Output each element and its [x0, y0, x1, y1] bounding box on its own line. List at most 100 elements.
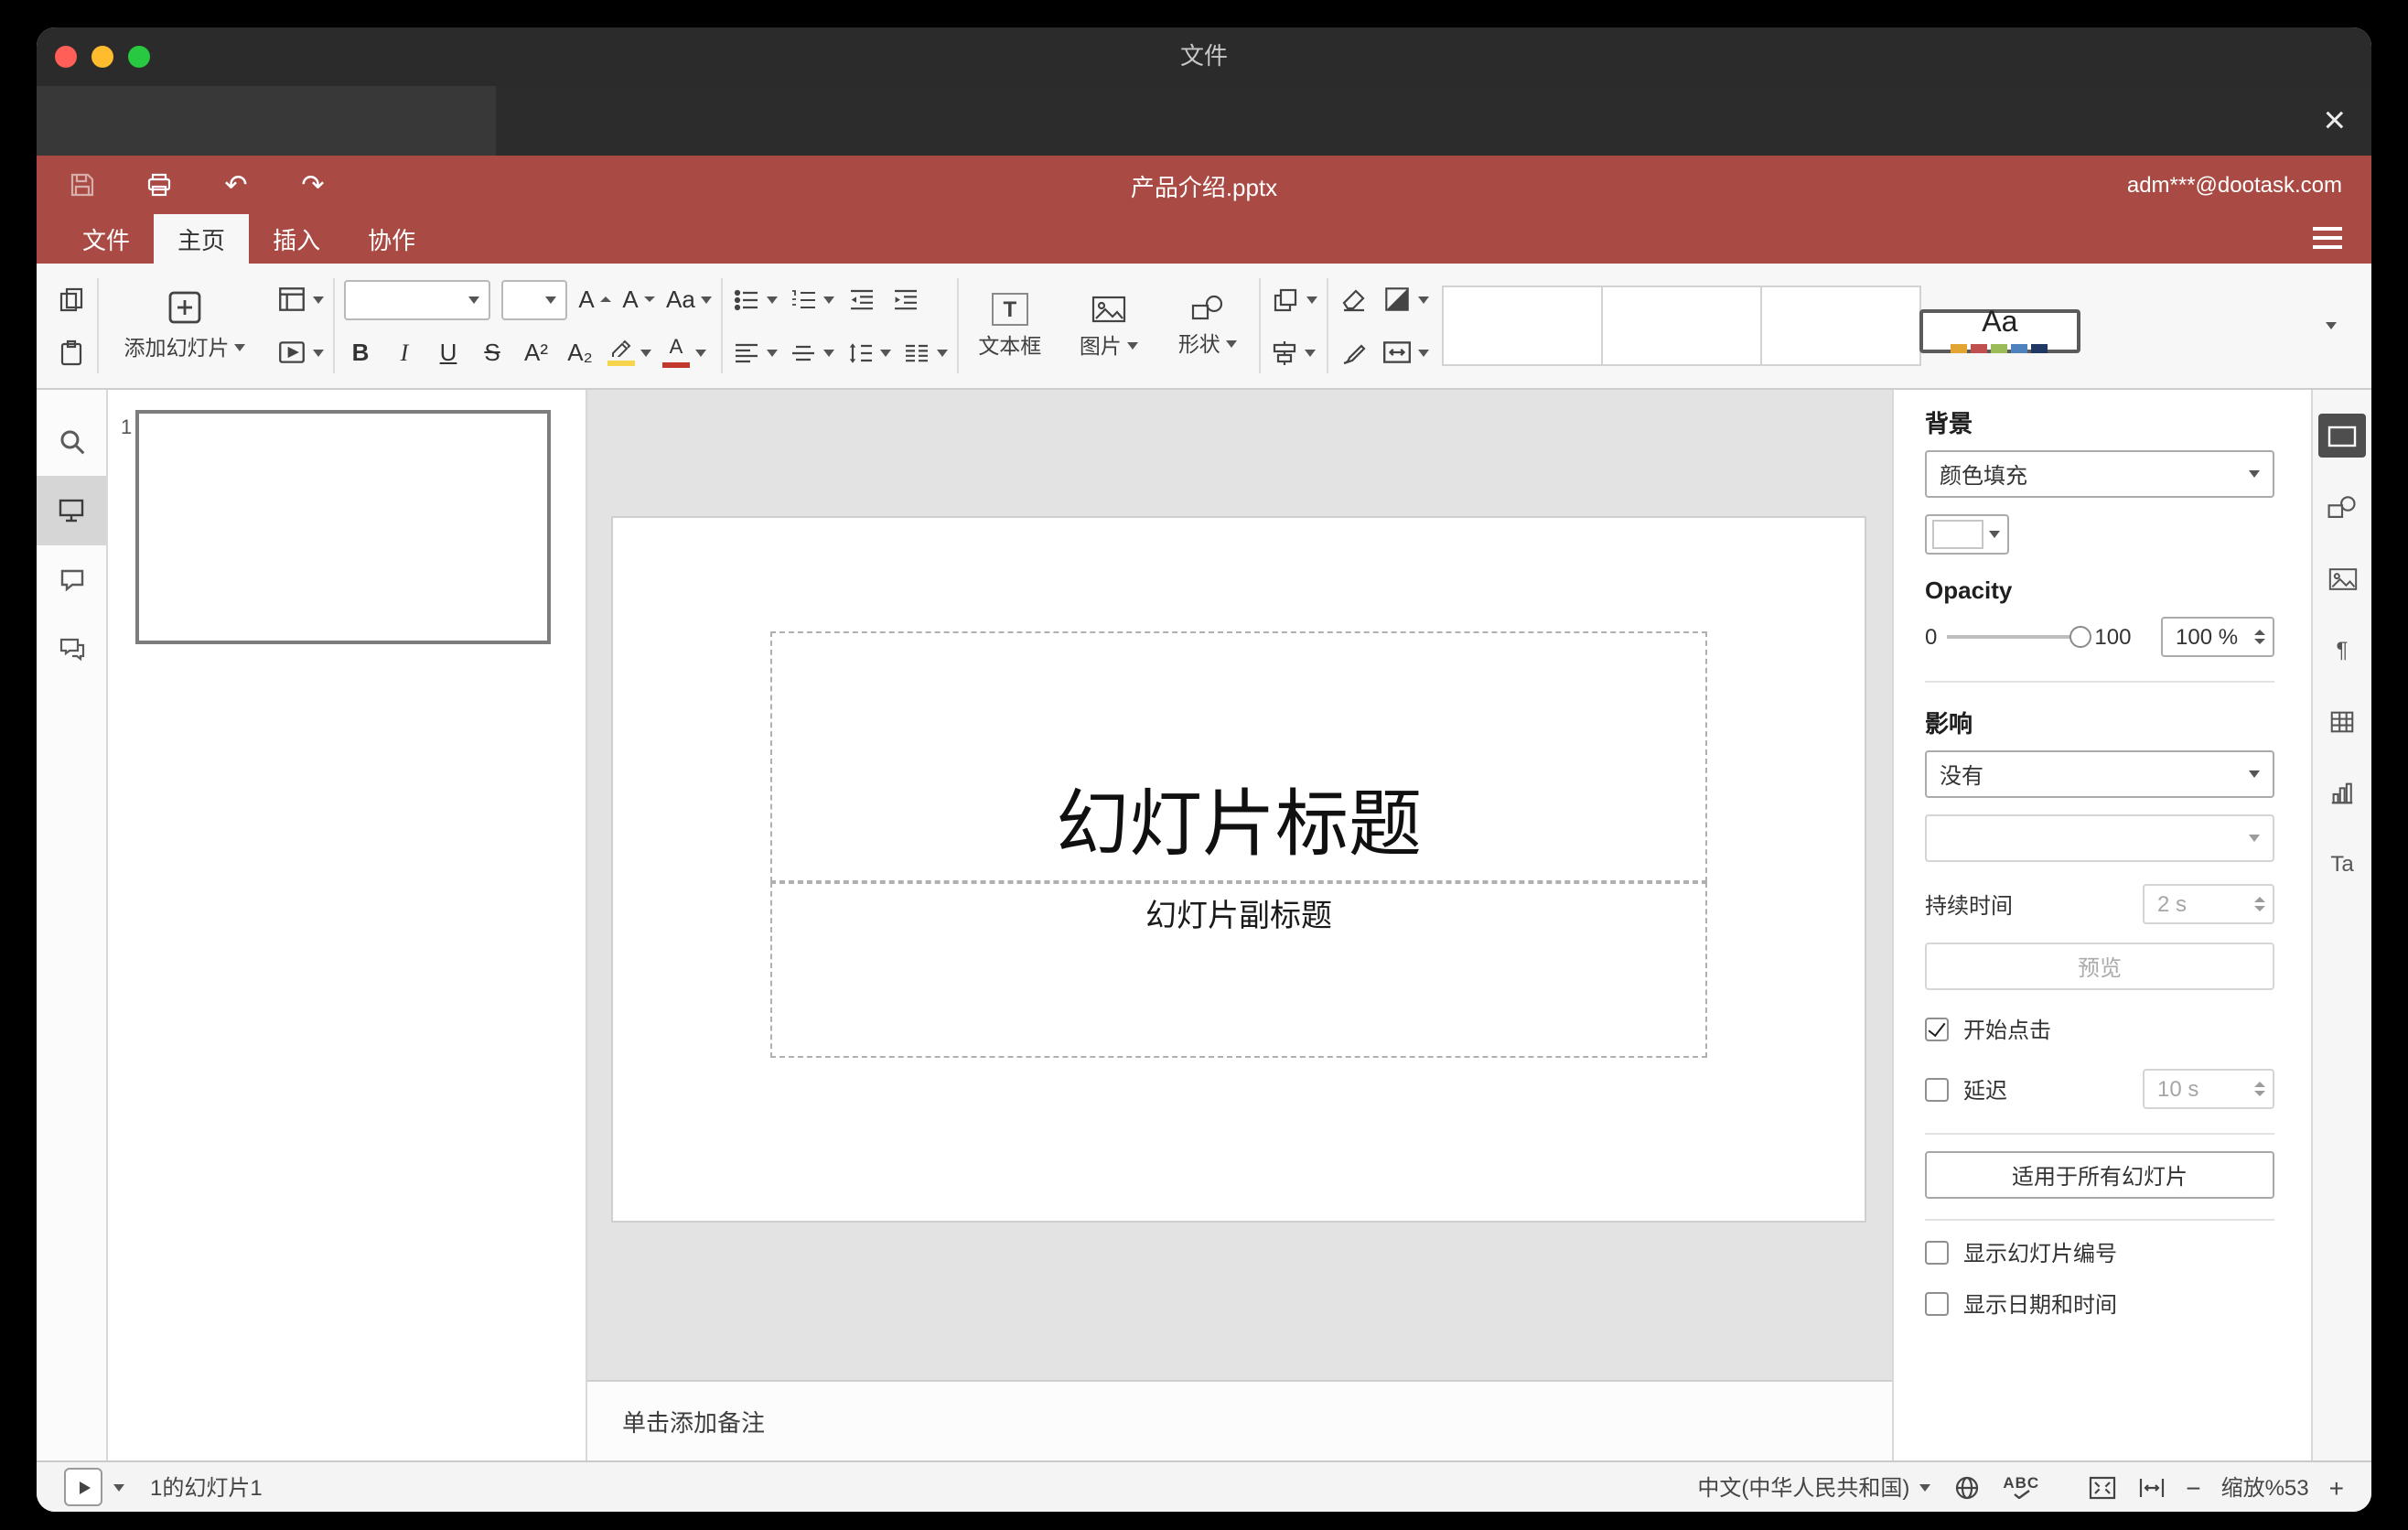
- paste-button[interactable]: [55, 330, 88, 374]
- bullets-button[interactable]: [732, 277, 778, 321]
- increase-font-button[interactable]: A: [578, 277, 611, 321]
- align-left-icon: [735, 342, 758, 362]
- fill-type-select[interactable]: 颜色填充: [1925, 450, 2274, 498]
- effect-type-select[interactable]: [1925, 814, 2274, 862]
- document-language-button[interactable]: [1951, 1472, 1981, 1502]
- columns-button[interactable]: [902, 330, 948, 374]
- font-name-combo[interactable]: [344, 279, 490, 319]
- section-divider: [1925, 1219, 2274, 1221]
- vertical-align-button[interactable]: [789, 330, 834, 374]
- start-on-click-checkbox[interactable]: [1925, 1018, 1949, 1041]
- italic-button[interactable]: I: [388, 330, 421, 374]
- line-spacing-button[interactable]: [845, 330, 891, 374]
- layout-icon: [279, 287, 305, 311]
- add-slide-button[interactable]: 添加幻灯片: [108, 289, 262, 362]
- slide-settings-tab[interactable]: [2318, 414, 2366, 458]
- comments-button[interactable]: [37, 545, 106, 615]
- theme-gallery-expand-button[interactable]: [2309, 286, 2353, 366]
- notes-area[interactable]: 单击添加备注: [587, 1380, 1892, 1460]
- duration-spinner[interactable]: 2 s: [2143, 884, 2274, 924]
- print-button[interactable]: [143, 168, 176, 201]
- menu-button[interactable]: [2313, 227, 2342, 249]
- insert-shape-button[interactable]: 形状: [1166, 293, 1250, 359]
- opacity-slider[interactable]: [1946, 624, 2091, 650]
- decrease-indent-button[interactable]: [845, 277, 878, 321]
- start-slideshow-button[interactable]: [276, 330, 324, 374]
- close-traffic-button[interactable]: [55, 46, 77, 68]
- title-placeholder[interactable]: 幻灯片标题: [770, 631, 1707, 882]
- close-icon[interactable]: ×: [2323, 102, 2346, 140]
- theme-cell-selected[interactable]: Aa: [1919, 308, 2080, 353]
- zoom-traffic-button[interactable]: [128, 46, 150, 68]
- highlight-color-button[interactable]: [607, 330, 651, 374]
- subscript-button[interactable]: A₂: [564, 330, 597, 374]
- zoom-out-button[interactable]: −: [2186, 1474, 2200, 1500]
- show-date-checkbox[interactable]: [1925, 1292, 1949, 1316]
- copy-style-button[interactable]: [1338, 330, 1371, 374]
- insert-image-button[interactable]: 图片: [1067, 292, 1151, 360]
- opacity-spinner[interactable]: 100 %: [2161, 617, 2274, 657]
- spellcheck-button[interactable]: ABC: [2003, 1474, 2039, 1500]
- chat-button[interactable]: [37, 615, 106, 684]
- paragraph-settings-tab[interactable]: ¶: [2318, 628, 2366, 672]
- effect-select[interactable]: 没有: [1925, 750, 2274, 798]
- align-shapes-button[interactable]: [1270, 330, 1316, 374]
- slides-panel-button[interactable]: [37, 476, 106, 545]
- table-settings-tab[interactable]: [2318, 699, 2366, 743]
- delay-spinner[interactable]: 10 s: [2143, 1069, 2274, 1109]
- chart-settings-tab[interactable]: [2318, 770, 2366, 814]
- tab-home[interactable]: 主页: [154, 214, 250, 264]
- start-preview-button[interactable]: [64, 1468, 102, 1506]
- zoom-controls: − 缩放%53 +: [2087, 1471, 2344, 1503]
- spinner-up-icon[interactable]: [2254, 629, 2265, 635]
- tab-file[interactable]: 文件: [59, 214, 154, 264]
- increase-indent-button[interactable]: [889, 277, 922, 321]
- underline-button[interactable]: U: [432, 330, 465, 374]
- insert-textbox-button[interactable]: T 文本框: [968, 292, 1052, 360]
- image-settings-tab[interactable]: [2318, 556, 2366, 600]
- theme-cell[interactable]: [1441, 286, 1603, 366]
- apply-to-all-button[interactable]: 适用于所有幻灯片: [1925, 1151, 2274, 1199]
- strikeout-button[interactable]: S: [476, 330, 509, 374]
- bold-button[interactable]: B: [344, 330, 377, 374]
- copy-button[interactable]: [55, 277, 88, 321]
- redo-button[interactable]: ↷: [296, 168, 329, 201]
- arrange-shapes-button[interactable]: [1270, 277, 1317, 321]
- slide-thumbnail[interactable]: [135, 410, 551, 644]
- theme-cell[interactable]: [1600, 286, 1762, 366]
- change-layout-button[interactable]: [276, 277, 324, 321]
- change-case-button[interactable]: Aa: [666, 277, 712, 321]
- tab-collaboration[interactable]: 协作: [344, 214, 439, 264]
- delay-checkbox[interactable]: [1925, 1077, 1949, 1101]
- slider-knob[interactable]: [2069, 626, 2091, 648]
- slide-size-button[interactable]: [1381, 330, 1429, 374]
- undo-button[interactable]: ↶: [220, 168, 253, 201]
- font-size-combo[interactable]: [501, 279, 567, 319]
- slide-fill-button[interactable]: [1381, 277, 1429, 321]
- numbering-button[interactable]: [789, 277, 834, 321]
- editor-canvas[interactable]: 幻灯片标题 幻灯片副标题: [587, 390, 1892, 1380]
- theme-gallery: Aa: [1441, 286, 2080, 366]
- slide[interactable]: 幻灯片标题 幻灯片副标题: [611, 516, 1866, 1223]
- tab-insert[interactable]: 插入: [249, 214, 344, 264]
- subtitle-placeholder[interactable]: 幻灯片副标题: [770, 882, 1707, 1058]
- preview-button[interactable]: 预览: [1925, 943, 2274, 990]
- search-button[interactable]: [37, 406, 106, 476]
- decrease-font-button[interactable]: A: [622, 277, 655, 321]
- zoom-in-button[interactable]: +: [2329, 1474, 2344, 1500]
- spinner-down-icon[interactable]: [2254, 639, 2265, 645]
- language-select[interactable]: 中文(中华人民共和国): [1697, 1471, 1930, 1503]
- textart-settings-tab[interactable]: Ta: [2318, 842, 2366, 886]
- font-color-button[interactable]: A: [662, 330, 706, 374]
- horizontal-align-button[interactable]: [732, 330, 778, 374]
- fit-width-button[interactable]: [2136, 1474, 2166, 1500]
- shape-settings-tab[interactable]: [2318, 485, 2366, 529]
- fit-slide-button[interactable]: [2087, 1474, 2116, 1500]
- save-button[interactable]: [66, 168, 99, 201]
- theme-cell[interactable]: [1759, 286, 1921, 366]
- minimize-traffic-button[interactable]: [91, 46, 113, 68]
- clear-style-button[interactable]: [1338, 277, 1371, 321]
- show-slide-number-checkbox[interactable]: [1925, 1241, 1949, 1265]
- fill-color-select[interactable]: [1925, 514, 2009, 555]
- superscript-button[interactable]: A²: [520, 330, 553, 374]
